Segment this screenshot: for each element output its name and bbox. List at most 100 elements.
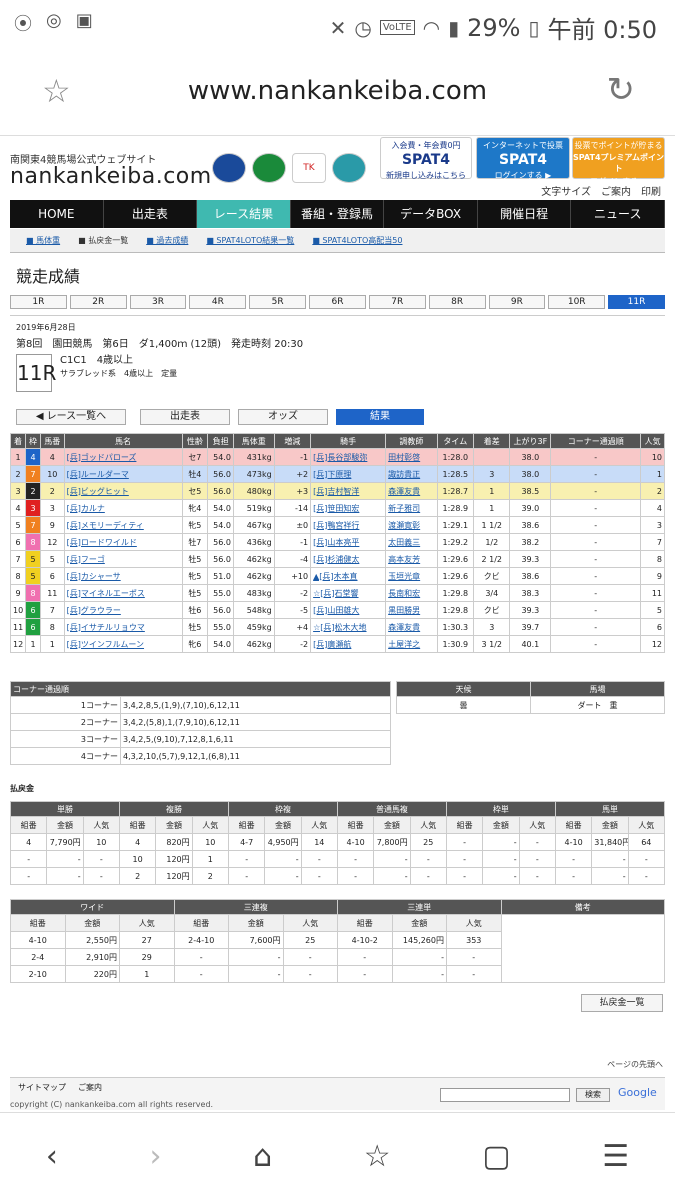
guide-link[interactable]: ご案内 <box>601 183 631 198</box>
trainer-link[interactable]: 森澤友貴 <box>388 623 420 632</box>
trainer-link[interactable]: 森澤友貴 <box>388 487 420 496</box>
site-search-input[interactable] <box>440 1088 570 1102</box>
horse-link[interactable]: [兵]ツインフルムーン <box>67 640 144 649</box>
urawa-logo-icon[interactable] <box>332 153 366 183</box>
cell-調教師[interactable]: 森澤友貴 <box>385 618 438 636</box>
jockey-link[interactable]: [兵]下原理 <box>313 470 351 479</box>
cell-調教師[interactable]: 諏訪貴正 <box>385 465 438 483</box>
jockey-link[interactable]: [兵]鴨宮祥行 <box>313 521 359 530</box>
cell-騎手[interactable]: [兵]杉浦健太 <box>310 550 387 568</box>
spat4-banner-1[interactable]: 入会費・年会費0円 SPAT4 新規申し込みはこちら <box>380 137 472 180</box>
site-search-button[interactable]: 検索 <box>576 1088 610 1102</box>
cell-騎手[interactable]: [兵]長谷部駿弥 <box>310 448 387 466</box>
horse-link[interactable]: [兵]フーゴ <box>67 555 105 564</box>
tab-race-11[interactable]: 11R <box>608 295 665 309</box>
nav-item-5[interactable]: 開催日程 <box>478 200 572 228</box>
nav-item-3[interactable]: 番組・登録馬 <box>291 200 385 228</box>
footer-guide-link[interactable]: ご案内 <box>78 1082 102 1093</box>
cell-騎手[interactable]: [兵]笹田知宏 <box>310 499 387 517</box>
cell-馬名[interactable]: [兵]ゴッドパローズ <box>63 448 183 466</box>
trainer-link[interactable]: 太田義三 <box>388 538 420 547</box>
spat4-banner-3[interactable]: 投票でポイントが貯まる SPAT4プレミアムポイント ログインする ▶ <box>572 137 665 186</box>
tab-race-9[interactable]: 9R <box>488 295 546 309</box>
spat4-banner-2[interactable]: インターネットで投票 SPAT4 ログインする ▶ <box>476 137 570 180</box>
cell-騎手[interactable]: [兵]山本亮平 <box>310 533 387 551</box>
payout-list-button[interactable]: 払戻金一覧 <box>581 994 663 1012</box>
race-list-button[interactable]: ◀ レース一覧へ <box>16 409 126 425</box>
horse-link[interactable]: [兵]イサチルリョウマ <box>67 623 145 632</box>
cell-馬名[interactable]: [兵]ツインフルムーン <box>63 635 183 653</box>
horse-link[interactable]: [兵]ビッグヒット <box>67 487 129 496</box>
nav-item-0[interactable]: HOME <box>10 200 104 228</box>
horse-link[interactable]: [兵]グラウラー <box>67 606 121 615</box>
jockey-link[interactable]: ☆[兵]石堂響 <box>313 589 358 598</box>
jockey-link[interactable]: ▲[兵]木本直 <box>313 572 357 581</box>
url-field[interactable]: www.nankankeiba.com <box>0 76 675 106</box>
cell-騎手[interactable]: [兵]下原理 <box>310 465 387 483</box>
nav-item-6[interactable]: ニュース <box>571 200 665 228</box>
back-icon[interactable]: ‹ <box>46 1139 58 1174</box>
subnav-item-4[interactable]: ■ SPAT4LOTO高配当50 <box>312 235 402 246</box>
jockey-link[interactable]: [兵]山田雄大 <box>313 606 359 615</box>
funabashi-logo-icon[interactable]: TK <box>292 153 326 183</box>
cell-調教師[interactable]: 太田義三 <box>385 533 438 551</box>
cell-騎手[interactable]: [兵]鴨宮祥行 <box>310 516 387 534</box>
trainer-link[interactable]: 田村彰啓 <box>388 453 420 462</box>
trainer-link[interactable]: 黒田勝男 <box>388 606 420 615</box>
font-size-control[interactable]: 文字サイズ <box>541 183 591 198</box>
horse-link[interactable]: [兵]マイネルエーポス <box>67 589 145 598</box>
trainer-link[interactable]: 長南和宏 <box>388 589 420 598</box>
jockey-link[interactable]: [兵]笹田知宏 <box>313 504 359 513</box>
trainer-link[interactable]: 玉垣光章 <box>388 572 420 581</box>
tab-race-3[interactable]: 3R <box>129 295 187 309</box>
jockey-link[interactable]: ☆[兵]松木大地 <box>313 623 366 632</box>
sitemap-link[interactable]: サイトマップ <box>18 1082 66 1093</box>
print-link[interactable]: 印刷 <box>641 183 661 198</box>
tab-race-5[interactable]: 5R <box>249 295 307 309</box>
cell-調教師[interactable]: 田村彰啓 <box>385 448 438 466</box>
cell-騎手[interactable]: [兵]吉村智洋 <box>310 482 387 500</box>
cell-騎手[interactable]: ☆[兵]石堂響 <box>310 584 387 602</box>
cell-騎手[interactable]: ▲[兵]木本直 <box>310 567 387 585</box>
cell-馬名[interactable]: [兵]ロードワイルド <box>63 533 183 551</box>
kawasaki-logo-icon[interactable] <box>252 153 286 183</box>
cell-馬名[interactable]: [兵]イサチルリョウマ <box>63 618 183 636</box>
subnav-item-0[interactable]: ■ 馬体重 <box>26 235 60 246</box>
cell-調教師[interactable]: 玉垣光章 <box>385 567 438 585</box>
cell-馬名[interactable]: [兵]マイネルエーポス <box>63 584 183 602</box>
forward-icon[interactable]: › <box>149 1139 161 1174</box>
tab-race-1[interactable]: 1R <box>10 295 67 309</box>
reload-icon[interactable]: ↻ <box>607 70 636 110</box>
tab-race-10[interactable]: 10R <box>548 295 606 309</box>
cell-馬名[interactable]: [兵]メモリーディティ <box>63 516 183 534</box>
horse-link[interactable]: [兵]カルナ <box>67 504 105 513</box>
horse-link[interactable]: [兵]ロードワイルド <box>67 538 137 547</box>
jockey-link[interactable]: [兵]長谷部駿弥 <box>313 453 367 462</box>
cell-騎手[interactable]: ☆[兵]松木大地 <box>310 618 387 636</box>
cell-馬名[interactable]: [兵]フーゴ <box>63 550 183 568</box>
horse-link[interactable]: [兵]メモリーディティ <box>67 521 144 530</box>
cell-調教師[interactable]: 長南和宏 <box>385 584 438 602</box>
home-icon[interactable]: ⌂ <box>253 1139 272 1174</box>
subnav-item-1[interactable]: ■ 払戻金一覧 <box>78 235 128 246</box>
cell-馬名[interactable]: [兵]ビッグヒット <box>63 482 183 500</box>
cell-調教師[interactable]: 新子雅司 <box>385 499 438 517</box>
subnav-item-3[interactable]: ■ SPAT4LOTO結果一覧 <box>206 235 294 246</box>
nav-item-1[interactable]: 出走表 <box>104 200 198 228</box>
page-top-link[interactable]: ページの先頭へ <box>607 1059 663 1070</box>
trainer-link[interactable]: 高本友芳 <box>388 555 420 564</box>
jockey-link[interactable]: [兵]廣瀬航 <box>313 640 351 649</box>
tab-race-2[interactable]: 2R <box>69 295 127 309</box>
nav-item-4[interactable]: データBOX <box>384 200 478 228</box>
tab-race-4[interactable]: 4R <box>189 295 247 309</box>
entries-button[interactable]: 出走表 <box>140 409 230 425</box>
result-button[interactable]: 結果 <box>336 409 424 425</box>
jockey-link[interactable]: [兵]杉浦健太 <box>313 555 359 564</box>
cell-馬名[interactable]: [兵]ルールダーマ <box>63 465 183 483</box>
tab-race-8[interactable]: 8R <box>428 295 486 309</box>
cell-調教師[interactable]: 高本友芳 <box>385 550 438 568</box>
nav-item-2[interactable]: レース結果 <box>197 200 291 228</box>
tab-race-7[interactable]: 7R <box>368 295 426 309</box>
site-logo[interactable]: nankankeiba.com <box>10 164 212 189</box>
jockey-link[interactable]: [兵]吉村智洋 <box>313 487 359 496</box>
